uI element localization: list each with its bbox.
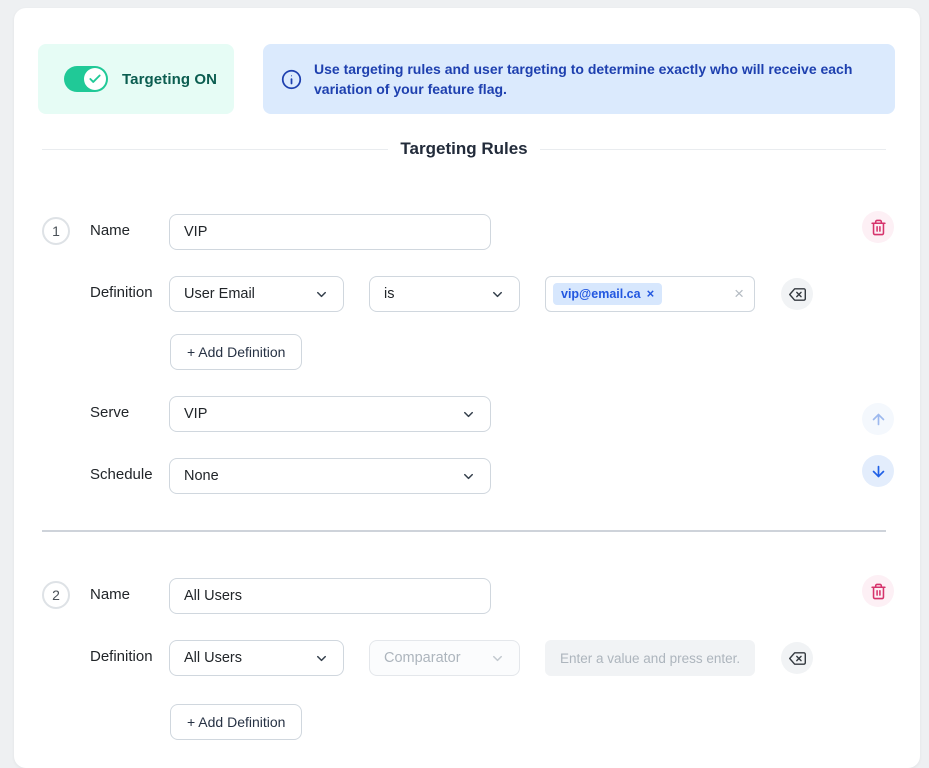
- rule-1-values-input[interactable]: vip@email.ca × ×: [545, 276, 755, 312]
- rule-2-name-label: Name: [90, 586, 130, 604]
- rule-1-delete-button[interactable]: [862, 211, 894, 243]
- chevron-down-icon: [461, 469, 476, 484]
- chevron-down-icon: [490, 651, 505, 666]
- rule-1-trait-value: User Email: [184, 286, 255, 302]
- chevron-down-icon: [461, 407, 476, 422]
- rule-1-serve-label: Serve: [90, 404, 129, 422]
- chevron-down-icon: [314, 651, 329, 666]
- rule-1-schedule-label: Schedule: [90, 466, 153, 484]
- rule-1-name-label: Name: [90, 222, 130, 240]
- rule-1-schedule-value: None: [184, 468, 219, 484]
- rule-1-add-definition-button[interactable]: + Add Definition: [170, 334, 302, 370]
- rule-2-delete-button[interactable]: [862, 575, 894, 607]
- rule-2-add-definition-button[interactable]: + Add Definition: [170, 704, 302, 740]
- toggle-knob-check-icon: [84, 68, 106, 90]
- section-title: Targeting Rules: [400, 139, 527, 159]
- section-heading: Targeting Rules: [42, 139, 886, 159]
- arrow-up-icon: [870, 411, 887, 428]
- rule-1-name-input[interactable]: VIP: [169, 214, 491, 250]
- rule-1-name-value: VIP: [184, 224, 207, 240]
- rule-2-comparator-select: Comparator: [369, 640, 520, 676]
- rule-2-trait-select[interactable]: All Users: [169, 640, 344, 676]
- targeting-toggle-label: Targeting ON: [122, 71, 217, 88]
- chip-remove-icon[interactable]: ×: [647, 288, 655, 300]
- rule-2-definition-label: Definition: [90, 648, 153, 666]
- trash-icon: [870, 583, 887, 600]
- rule-2-name-value: All Users: [184, 588, 242, 604]
- rule-2-remove-definition-button[interactable]: [781, 642, 813, 674]
- rule-2-comparator-placeholder: Comparator: [384, 650, 461, 666]
- rule-1-serve-select[interactable]: VIP: [169, 396, 491, 432]
- backspace-icon: [789, 650, 806, 667]
- value-chip: vip@email.ca ×: [553, 283, 662, 305]
- rule-1-remove-definition-button[interactable]: [781, 278, 813, 310]
- backspace-icon: [789, 286, 806, 303]
- rule-2-name-input[interactable]: All Users: [169, 578, 491, 614]
- rule-2-value-input: [545, 640, 755, 676]
- rule-1-comparator-value: is: [384, 286, 394, 302]
- targeting-panel: Targeting ON Use targeting rules and use…: [14, 8, 920, 768]
- chevron-down-icon: [314, 287, 329, 302]
- rule-1-serve-value: VIP: [184, 406, 207, 422]
- info-banner-text: Use targeting rules and user targeting t…: [314, 59, 874, 99]
- rule-1-definition-label: Definition: [90, 284, 153, 302]
- rule-1-schedule-select[interactable]: None: [169, 458, 491, 494]
- targeting-toggle[interactable]: [64, 66, 108, 92]
- rule-divider: [42, 530, 886, 532]
- rule-2-trait-value: All Users: [184, 650, 242, 666]
- arrow-down-icon: [870, 463, 887, 480]
- rule-1-move-up-button[interactable]: [862, 403, 894, 435]
- rule-1-number: 1: [42, 217, 70, 245]
- value-chip-text: vip@email.ca: [561, 287, 641, 301]
- trash-icon: [870, 219, 887, 236]
- chevron-down-icon: [490, 287, 505, 302]
- info-icon: [281, 69, 302, 90]
- heading-divider-left: [42, 149, 388, 150]
- heading-divider-right: [540, 149, 886, 150]
- rule-1-trait-select[interactable]: User Email: [169, 276, 344, 312]
- rule-1-move-down-button[interactable]: [862, 455, 894, 487]
- rule-2-value-field: [558, 650, 742, 667]
- targeting-toggle-card: Targeting ON: [38, 44, 234, 114]
- clear-values-icon[interactable]: ×: [734, 286, 744, 302]
- rule-2-number: 2: [42, 581, 70, 609]
- rule-1-comparator-select[interactable]: is: [369, 276, 520, 312]
- info-banner: Use targeting rules and user targeting t…: [263, 44, 895, 114]
